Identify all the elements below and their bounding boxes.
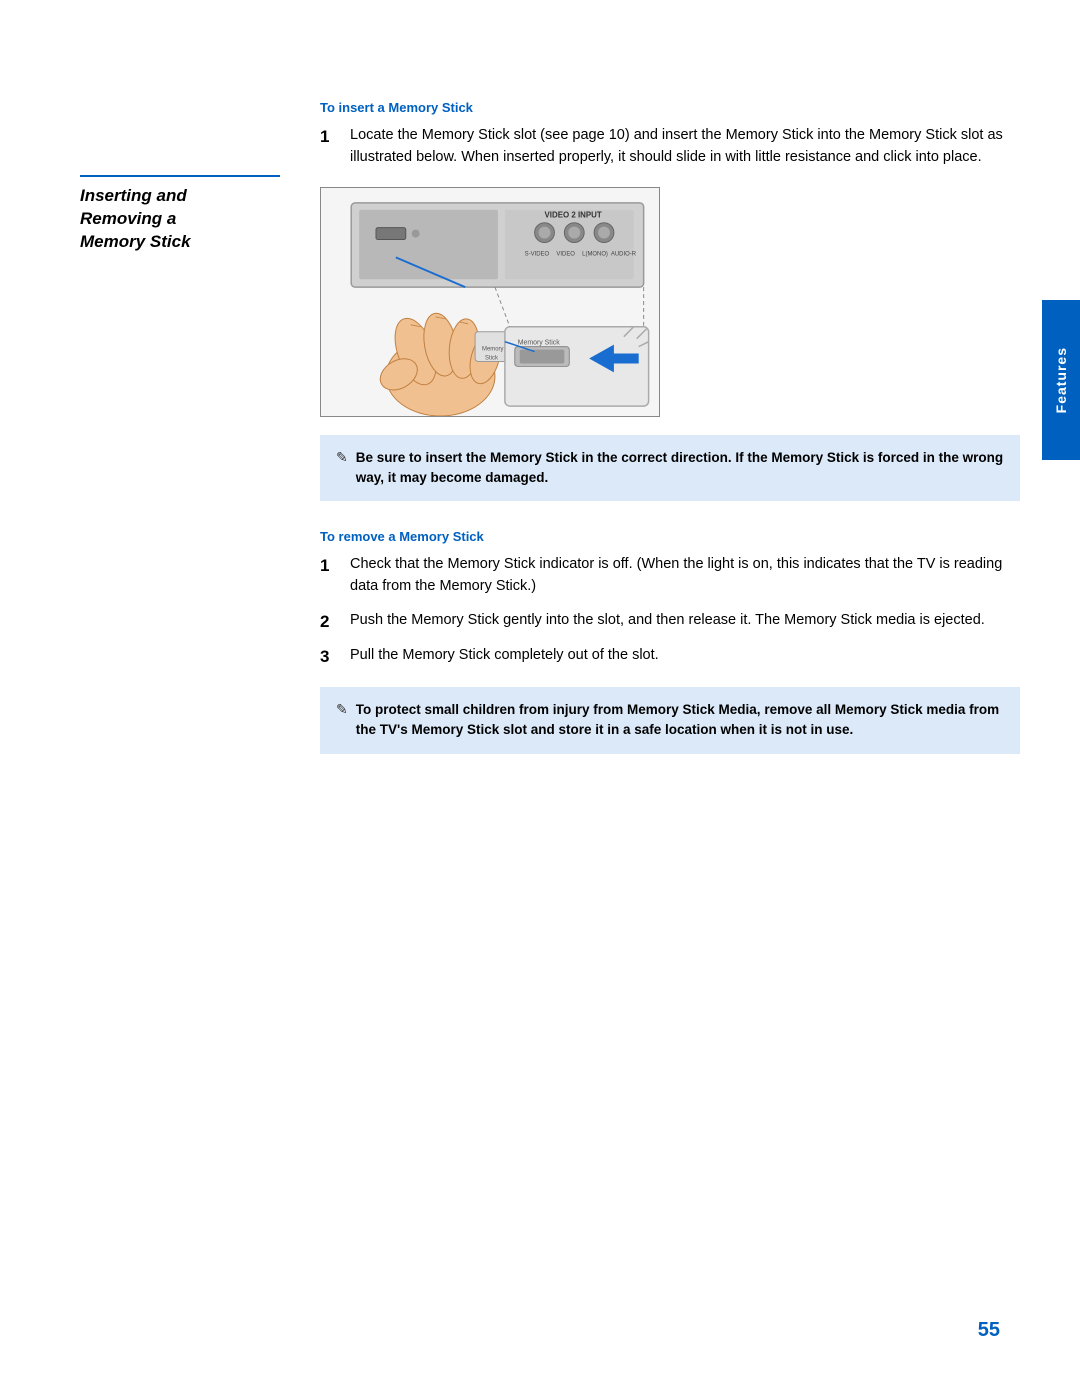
svg-text:L(MONO): L(MONO) <box>582 251 608 257</box>
remove-step-3-number: 3 <box>320 645 338 669</box>
insert-note-text: Be sure to insert the Memory Stick in th… <box>356 448 1004 489</box>
remove-step-1-text: Check that the Memory Stick indicator is… <box>350 554 1020 598</box>
remove-step-2-number: 2 <box>320 610 338 634</box>
right-column: To insert a Memory Stick 1 Locate the Me… <box>320 100 1020 1337</box>
sidebar-tab-label: Features <box>1053 347 1069 413</box>
features-sidebar-tab: Features <box>1042 300 1080 460</box>
page-container: Inserting and Removing a Memory Stick To… <box>0 0 1080 1397</box>
device-image: S-VIDEO VIDEO L(MONO) AUDIO-R VIDEO 2 IN… <box>320 187 660 417</box>
remove-subsection: To remove a Memory Stick 1 Check that th… <box>320 529 1020 754</box>
remove-subsection-title: To remove a Memory Stick <box>320 529 1020 544</box>
section-title-line3: Memory Stick <box>80 232 191 251</box>
svg-text:Stick: Stick <box>485 355 498 361</box>
remove-steps: 1 Check that the Memory Stick indicator … <box>320 554 1020 669</box>
insert-note-icon: ✎ <box>336 449 348 466</box>
remove-note-icon: ✎ <box>336 701 348 718</box>
page-number: 55 <box>978 1319 1000 1342</box>
remove-step-1-number: 1 <box>320 554 338 578</box>
left-column: Inserting and Removing a Memory Stick <box>80 100 280 1337</box>
remove-note-text: To protect small children from injury fr… <box>356 700 1004 741</box>
section-title: Inserting and Removing a Memory Stick <box>80 175 280 254</box>
remove-step-2-text: Push the Memory Stick gently into the sl… <box>350 610 985 632</box>
section-title-line1: Inserting and <box>80 186 187 205</box>
remove-note-box: ✎ To protect small children from injury … <box>320 687 1020 754</box>
main-content: Inserting and Removing a Memory Stick To… <box>0 0 1080 1397</box>
remove-step-2: 2 Push the Memory Stick gently into the … <box>320 610 1020 634</box>
svg-text:AUDIO-R: AUDIO-R <box>611 251 637 257</box>
svg-text:VIDEO 2 INPUT: VIDEO 2 INPUT <box>545 210 602 219</box>
svg-text:Memory Stick: Memory Stick <box>518 339 560 346</box>
insert-step-1-number: 1 <box>320 125 338 149</box>
insert-step-1-text: Locate the Memory Stick slot (see page 1… <box>350 125 1020 169</box>
device-svg: S-VIDEO VIDEO L(MONO) AUDIO-R VIDEO 2 IN… <box>321 188 659 416</box>
insert-steps: 1 Locate the Memory Stick slot (see page… <box>320 125 1020 169</box>
insert-subsection-title: To insert a Memory Stick <box>320 100 1020 115</box>
svg-text:VIDEO: VIDEO <box>556 251 575 257</box>
insert-note-box: ✎ Be sure to insert the Memory Stick in … <box>320 435 1020 502</box>
page-number-container: 55 <box>978 1319 1000 1342</box>
svg-text:S-VIDEO: S-VIDEO <box>525 251 550 257</box>
remove-step-1: 1 Check that the Memory Stick indicator … <box>320 554 1020 598</box>
remove-step-3-text: Pull the Memory Stick completely out of … <box>350 645 659 667</box>
section-title-line2: Removing a <box>80 209 176 228</box>
svg-text:Memory: Memory <box>482 346 503 352</box>
insert-step-1: 1 Locate the Memory Stick slot (see page… <box>320 125 1020 169</box>
insert-subsection: To insert a Memory Stick 1 Locate the Me… <box>320 100 1020 501</box>
remove-step-3: 3 Pull the Memory Stick completely out o… <box>320 645 1020 669</box>
